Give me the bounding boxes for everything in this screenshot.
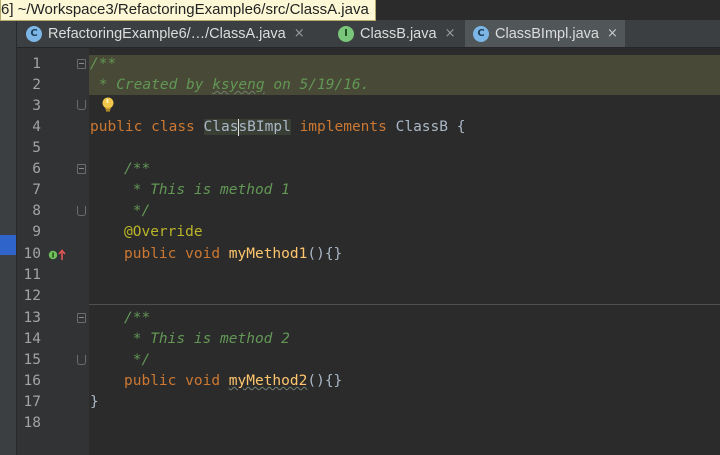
keyword-void: void [185,373,221,389]
code-line-1: /** [90,54,116,75]
code-line-9: @Override [124,222,203,243]
tool-window-strip [0,20,17,455]
tab-label: ClassBImpl.java [495,25,599,42]
keyword-void: void [185,246,221,262]
line-number: 6 [32,161,41,177]
line-number: 12 [23,288,41,304]
brace: { [456,119,466,135]
fold-end-icon[interactable] [77,206,86,216]
class-icon: C [473,25,489,42]
lightbulb-icon[interactable] [100,96,116,114]
doc-comment-text: * This is method 2 [124,331,290,347]
line-number: 8 [32,203,41,219]
doc-comment-text: /** [90,56,117,72]
doc-comment-text: /** [124,310,151,326]
code-line-15: */ [124,350,150,371]
keyword-class: class [151,119,195,135]
tab-classb[interactable]: I ClassB.java × [330,20,460,47]
line-number: 4 [32,119,41,135]
code-line-8: */ [124,201,150,222]
doc-comment-text: /** [124,161,151,177]
file-path-tooltip: 6] ~/Workspace3/RefactoringExample6/src/… [0,0,376,21]
line-number: 7 [32,182,41,198]
svg-text:I: I [52,252,55,260]
implements-method-icon[interactable]: I [48,248,70,262]
editor-tab-bar: C RefactoringExample6/…/ClassA.java × I … [0,20,720,48]
line-number: 2 [32,77,41,93]
doc-comment-text: */ [124,352,151,368]
strip-marker [0,235,16,255]
line-number: 9 [32,224,41,240]
interface-icon: I [338,25,354,42]
method-separator [89,304,720,305]
annotation: @Override [124,224,203,240]
close-icon[interactable]: × [445,26,456,41]
code-line-16: public void myMethod2(){} [124,371,342,392]
keyword-public: public [124,246,177,262]
fold-end-icon[interactable] [77,355,86,365]
line-number: 17 [23,394,41,410]
method-name[interactable]: myMethod2 [229,373,308,389]
method-body: (){} [307,246,343,262]
doc-comment-text: */ [124,203,151,219]
closing-brace: } [90,394,99,410]
class-name-part: Clas [203,119,239,135]
doc-comment-text: * Created by [90,77,213,93]
class-icon: C [26,25,42,42]
line-number: 1 [32,56,41,72]
close-icon[interactable]: × [607,26,618,41]
tab-label: RefactoringExample6/…/ClassA.java [48,25,286,42]
tab-classbimpl[interactable]: C ClassBImpl.java × [465,20,625,47]
tab-label: ClassB.java [360,25,437,42]
author-name: ksyeng [212,77,265,93]
tab-classa[interactable]: C RefactoringExample6/…/ClassA.java × [18,20,323,47]
line-number: 15 [23,352,41,368]
line-number: 11 [23,267,41,283]
line-number: 16 [23,373,41,389]
interface-name[interactable]: ClassB [396,119,448,135]
line-number: 5 [32,140,41,156]
keyword-public: public [124,373,177,389]
fold-toggle-icon[interactable] [77,59,86,69]
code-line-14: * This is method 2 [124,329,290,350]
method-name[interactable]: myMethod1 [229,246,308,262]
method-body: (){} [307,373,343,389]
fold-toggle-icon[interactable] [77,164,86,174]
doc-comment-text: * This is method 1 [124,182,290,198]
code-line-6: /** [124,159,150,180]
close-icon[interactable]: × [294,26,305,41]
class-name[interactable]: ClassBImpl [203,118,291,136]
line-number: 18 [23,415,41,431]
code-line-2: * Created by ksyeng on 5/19/16. [90,75,370,96]
keyword-implements: implements [299,119,387,135]
fold-end-icon[interactable] [77,100,86,110]
line-number: 3 [32,98,41,114]
fold-toggle-icon[interactable] [77,313,86,323]
line-number: 14 [23,331,41,347]
code-line-7: * This is method 1 [124,180,290,201]
doc-comment-text: on 5/19/16. [264,77,370,93]
code-line-10: public void myMethod1(){} [124,244,342,265]
line-number: 13 [23,310,41,326]
class-name-part: sBImpl [238,119,291,135]
line-number: 10 [23,246,41,262]
code-line-4: public class ClassBImpl implements Class… [90,117,465,138]
code-line-13: /** [124,308,150,329]
keyword-public: public [90,119,143,135]
code-line-17: } [90,392,99,413]
